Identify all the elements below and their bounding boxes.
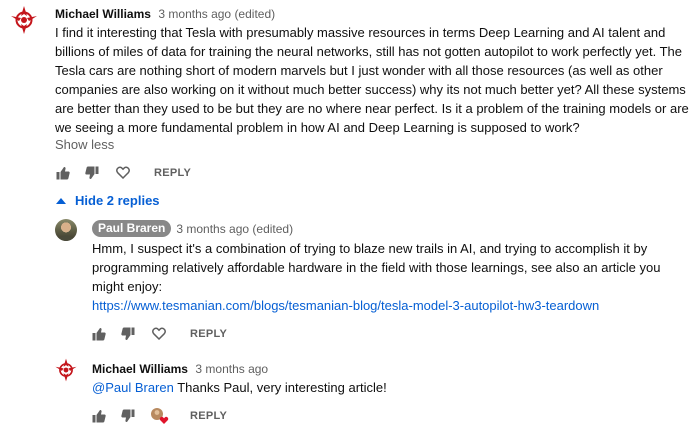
klingon-emblem-icon — [11, 6, 37, 34]
creator-heart-badge[interactable] — [150, 407, 170, 425]
dislike-button[interactable] — [121, 327, 135, 341]
reply-timestamp[interactable]: 3 months ago (edited) — [176, 222, 293, 236]
reply-avatar[interactable] — [53, 357, 79, 383]
reply-author[interactable]: Michael Williams — [92, 362, 188, 376]
like-button[interactable] — [92, 327, 106, 341]
dislike-button[interactable] — [85, 166, 99, 180]
dislike-button[interactable] — [121, 409, 135, 423]
thumbs-up-icon — [92, 409, 106, 423]
heart-button[interactable] — [152, 327, 166, 340]
comment-header: Michael Williams 3 months ago (edited) — [55, 5, 275, 23]
user-photo-icon — [57, 222, 75, 241]
heart-button[interactable] — [116, 166, 130, 179]
mention-link[interactable]: @Paul Braren — [92, 380, 174, 395]
creator-heart-icon — [151, 408, 169, 424]
like-button[interactable] — [56, 166, 70, 180]
heart-outline-icon — [152, 327, 166, 340]
chevron-up-icon — [56, 197, 66, 204]
show-less-button[interactable]: Show less — [55, 137, 114, 152]
reply-button[interactable]: REPLY — [190, 410, 227, 422]
thumbs-down-icon — [121, 409, 135, 423]
reply-text-body: Hmm, I suspect it's a combination of try… — [92, 241, 661, 294]
comment-author[interactable]: Michael Williams — [55, 7, 151, 21]
thumbs-down-icon — [85, 166, 99, 180]
reply-text: Hmm, I suspect it's a combination of try… — [92, 239, 692, 315]
reply-header: Michael Williams 3 months ago — [92, 360, 268, 378]
reply-button[interactable]: REPLY — [154, 167, 191, 179]
thumbs-up-icon — [92, 327, 106, 341]
comment-timestamp[interactable]: 3 months ago (edited) — [158, 7, 275, 21]
thumbs-down-icon — [121, 327, 135, 341]
reply-text: @Paul Braren Thanks Paul, very interesti… — [92, 378, 387, 397]
hide-replies-label: Hide 2 replies — [75, 193, 160, 208]
reply-avatar[interactable] — [55, 219, 77, 241]
like-button[interactable] — [92, 409, 106, 423]
reply-author-chip[interactable]: Paul Braren — [92, 220, 172, 237]
comment-text: I find it interesting that Tesla with pr… — [55, 25, 689, 135]
heart-outline-icon — [116, 166, 130, 179]
commenter-avatar[interactable] — [8, 4, 40, 36]
thumbs-up-icon — [56, 166, 70, 180]
reply-header: Paul Braren 3 months ago (edited) — [92, 220, 293, 237]
reply-button[interactable]: REPLY — [190, 328, 227, 340]
reply-text-body: Thanks Paul, very interesting article! — [173, 380, 387, 395]
article-link[interactable]: https://www.tesmanian.com/blogs/tesmania… — [92, 298, 599, 313]
klingon-emblem-icon — [55, 358, 77, 382]
reply-timestamp[interactable]: 3 months ago — [195, 362, 268, 376]
hide-replies-button[interactable]: Hide 2 replies — [56, 193, 160, 208]
